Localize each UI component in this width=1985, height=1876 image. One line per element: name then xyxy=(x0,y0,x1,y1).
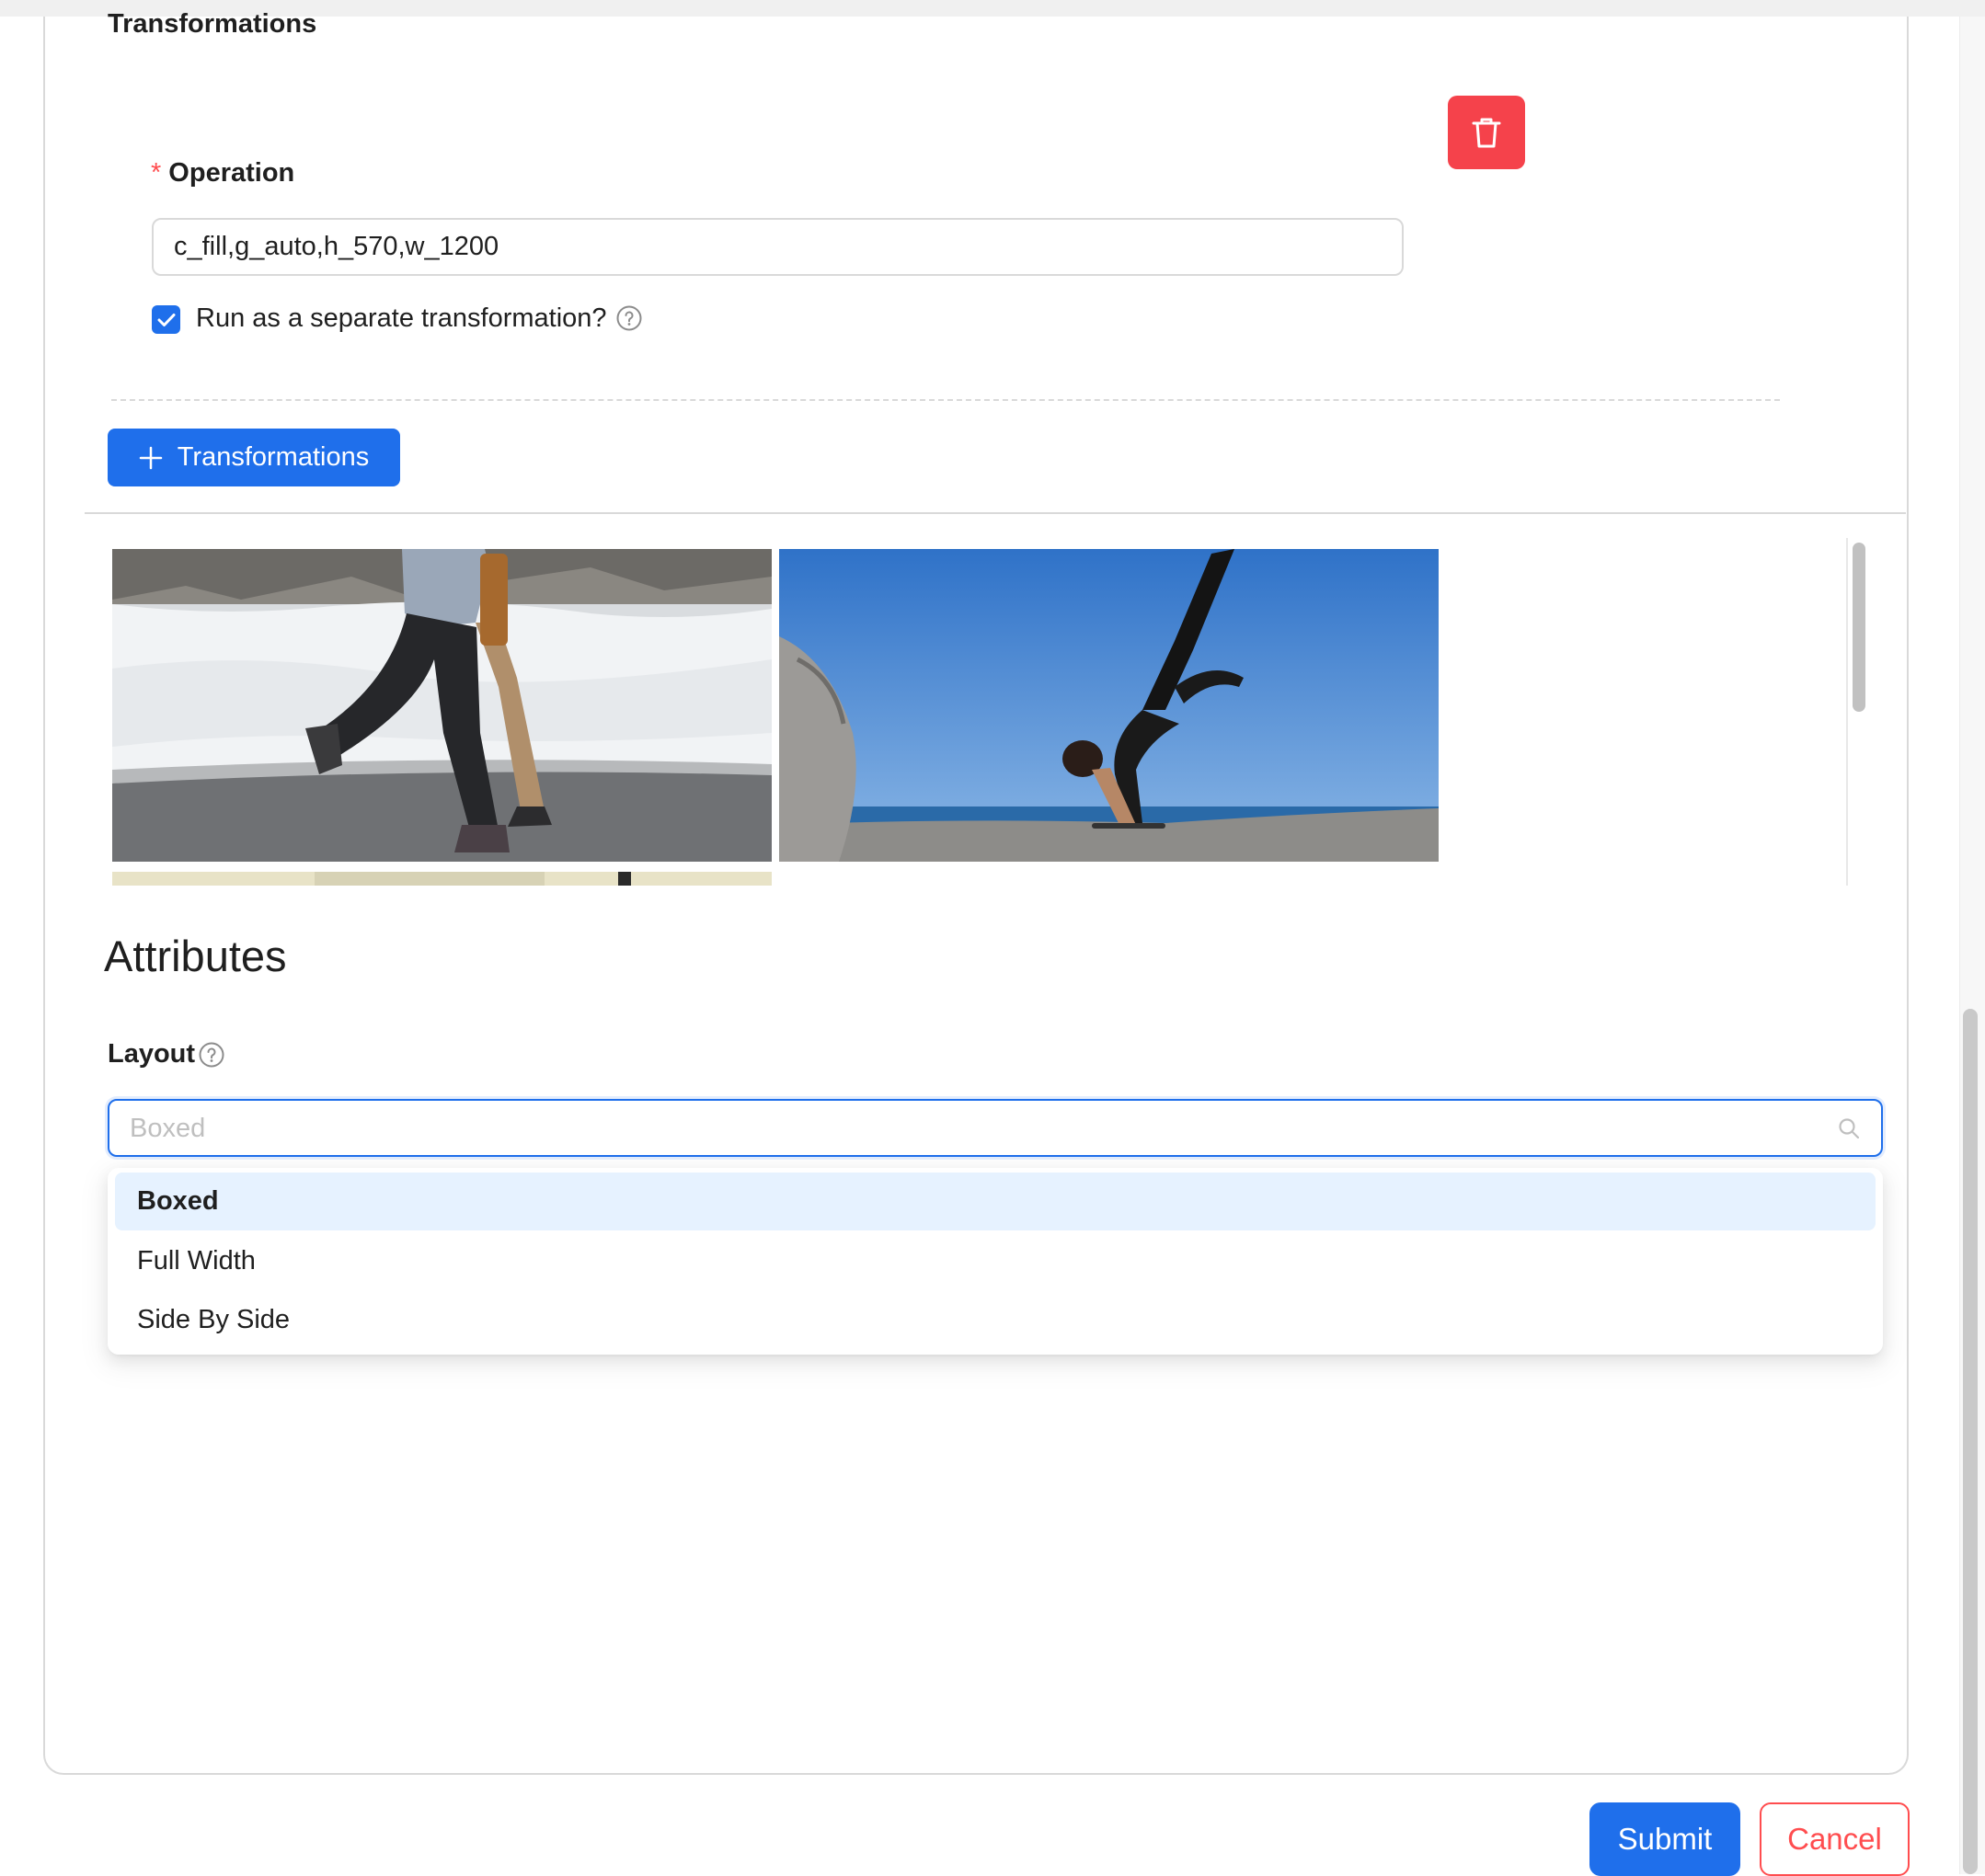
gallery-scrollbar-thumb[interactable] xyxy=(1853,543,1865,712)
separate-transformation-label: Run as a separate transformation? xyxy=(196,303,607,333)
section-divider xyxy=(85,512,1906,514)
form-card xyxy=(43,17,1909,1775)
checkmark-icon xyxy=(157,313,175,326)
submit-button[interactable]: Submit xyxy=(1589,1802,1740,1876)
image-gallery xyxy=(112,549,1876,886)
layout-search-input[interactable] xyxy=(128,1101,1806,1157)
transformations-section-label: Transformations xyxy=(108,9,317,39)
trash-icon xyxy=(1472,118,1501,148)
plus-icon xyxy=(139,446,163,469)
help-circle-icon[interactable] xyxy=(616,305,642,331)
search-icon xyxy=(1839,1118,1860,1139)
partial-image xyxy=(112,872,772,886)
runners-image xyxy=(112,549,772,862)
layout-label: Layout xyxy=(108,1039,196,1069)
cancel-button[interactable]: Cancel xyxy=(1760,1802,1910,1876)
separate-transformation-checkbox[interactable] xyxy=(152,305,180,334)
page-scrollbar-thumb[interactable] xyxy=(1963,1009,1978,1874)
layout-option-boxed[interactable]: Boxed xyxy=(115,1172,1876,1230)
required-mark: * xyxy=(151,158,162,188)
help-circle-icon[interactable] xyxy=(199,1042,224,1068)
delete-transformation-button[interactable] xyxy=(1448,96,1525,169)
yoga-image xyxy=(779,549,1439,862)
operation-input[interactable] xyxy=(152,218,1404,276)
layout-option-full-width[interactable]: Full Width xyxy=(115,1232,1876,1290)
add-transformation-button[interactable]: Transformations xyxy=(108,429,400,486)
gallery-image-runners[interactable] xyxy=(112,549,772,862)
gallery-image-partial[interactable] xyxy=(112,872,772,886)
gallery-image-yoga[interactable] xyxy=(779,549,1439,862)
dashed-divider xyxy=(111,399,1780,401)
layout-dropdown: Boxed Full Width Side By Side xyxy=(108,1168,1883,1355)
operation-label-text: Operation xyxy=(168,158,295,188)
add-transformation-label: Transformations xyxy=(177,442,370,472)
operation-label: * Operation xyxy=(151,158,294,189)
layout-select[interactable] xyxy=(108,1099,1883,1157)
layout-option-side-by-side[interactable]: Side By Side xyxy=(115,1291,1876,1349)
attributes-heading: Attributes xyxy=(104,932,287,980)
